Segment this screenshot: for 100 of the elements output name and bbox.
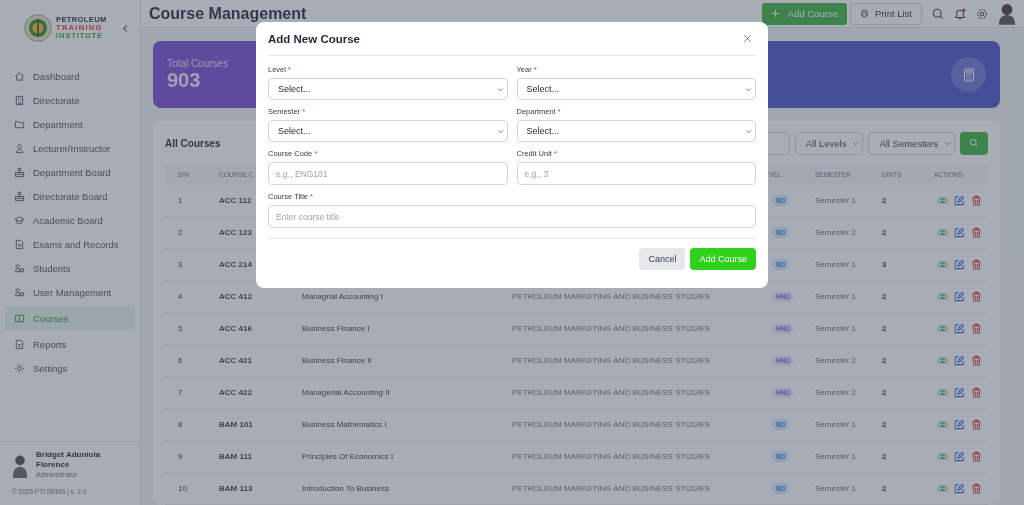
select-field[interactable]: Select... xyxy=(268,120,508,142)
search-button[interactable] xyxy=(960,131,988,155)
edit-icon[interactable] xyxy=(954,451,965,462)
avatar-icon[interactable] xyxy=(998,2,1016,25)
table-cell: Business Finance II xyxy=(302,356,372,365)
table-cell: Semester 1 xyxy=(815,484,856,493)
table-title: All Courses xyxy=(165,137,221,149)
view-icon[interactable] xyxy=(937,259,948,270)
view-icon[interactable] xyxy=(937,195,948,206)
collapse-icon[interactable] xyxy=(121,23,130,33)
sidebar-item[interactable]: Directorate xyxy=(5,90,135,110)
search-icon xyxy=(969,138,979,148)
logo-emblem-icon xyxy=(24,14,52,42)
sidebar-item[interactable]: Settings xyxy=(5,358,135,378)
edit-icon[interactable] xyxy=(954,227,965,238)
sidebar-item[interactable]: Department xyxy=(5,114,135,134)
org-chart-icon xyxy=(14,190,25,202)
delete-icon[interactable] xyxy=(971,355,982,366)
table-cell: 1 xyxy=(178,196,183,205)
home-icon xyxy=(14,70,25,82)
edit-icon[interactable] xyxy=(954,259,965,270)
table-cell: Introduction To Business xyxy=(302,484,389,493)
delete-icon[interactable] xyxy=(971,451,982,462)
view-icon[interactable] xyxy=(937,483,948,494)
sidebar-item[interactable]: Students xyxy=(5,258,135,278)
sidebar-item[interactable]: Courses xyxy=(5,306,135,330)
table-cell: BAM 113 xyxy=(219,484,253,493)
settings-icon[interactable] xyxy=(976,7,988,20)
submit-button[interactable]: Add Course xyxy=(690,248,756,270)
table-cell: Semester 2 xyxy=(815,388,856,397)
filter-dropdown[interactable]: All Semesters xyxy=(868,131,955,155)
user-name: Bridget Aduniola Florence xyxy=(36,450,102,470)
edit-icon[interactable] xyxy=(954,291,965,302)
view-icon[interactable] xyxy=(937,419,948,430)
delete-icon[interactable] xyxy=(971,259,982,270)
sidebar-item[interactable]: Academic Board xyxy=(5,210,135,230)
settings-icon xyxy=(14,362,25,374)
table-cell: PETROLEUM MARKETING AND BUSINESS STUDIES xyxy=(512,484,710,493)
people-icon xyxy=(14,262,25,274)
table-cell: 2 xyxy=(882,388,887,397)
filter-dropdown[interactable]: All Levels xyxy=(794,131,864,155)
delete-icon[interactable] xyxy=(971,419,982,430)
view-icon[interactable] xyxy=(937,291,948,302)
book-icon xyxy=(14,312,25,324)
view-icon[interactable] xyxy=(937,451,948,462)
sidebar-item[interactable]: Dashboard xyxy=(5,66,135,86)
input-field[interactable]: e.g., 3 xyxy=(516,162,756,185)
view-icon[interactable] xyxy=(937,387,948,398)
close-icon[interactable] xyxy=(743,34,752,43)
sidebar-item[interactable]: User Management xyxy=(5,282,135,302)
delete-icon[interactable] xyxy=(971,483,982,494)
table-cell: ACC 112 xyxy=(219,196,252,205)
delete-icon[interactable] xyxy=(971,195,982,206)
input-field[interactable]: Enter course title xyxy=(268,205,756,228)
table-cell: Semester 1 xyxy=(815,196,856,205)
select-field[interactable]: Select... xyxy=(516,78,756,100)
search-icon[interactable] xyxy=(932,7,944,20)
caret-icon xyxy=(852,139,860,147)
edit-icon[interactable] xyxy=(954,323,965,334)
table-cell: 2 xyxy=(882,228,887,237)
table-cell: 2 xyxy=(882,196,887,205)
sidebar-item[interactable]: Department Board xyxy=(5,162,135,182)
delete-icon[interactable] xyxy=(971,227,982,238)
delete-icon[interactable] xyxy=(971,291,982,302)
notification-bell-icon[interactable] xyxy=(954,7,966,20)
table-cell: Managrial Accounting I xyxy=(302,292,383,301)
view-icon[interactable] xyxy=(937,355,948,366)
add-course-button[interactable]: Add Course xyxy=(761,2,848,25)
view-icon[interactable] xyxy=(937,227,948,238)
table-cell: PETROLEUM MARKETING AND BUSINESS STUDIES xyxy=(512,452,710,461)
table-cell: Business Finance I xyxy=(302,324,370,333)
edit-icon[interactable] xyxy=(954,483,965,494)
delete-icon[interactable] xyxy=(971,387,982,398)
table-cell: PETROLEUM MARKETING AND BUSINESS STUDIES xyxy=(512,292,710,301)
view-icon[interactable] xyxy=(937,323,948,334)
input-field[interactable]: e.g., ENG101 xyxy=(268,162,508,185)
print-list-button[interactable]: Print List xyxy=(850,2,922,25)
cancel-button[interactable]: Cancel xyxy=(639,248,686,270)
table-cell: 2 xyxy=(882,484,887,493)
stat-value: 903 xyxy=(167,68,202,92)
table-cell: PETROLEUM MARKETING AND BUSINESS STUDIES xyxy=(512,324,710,333)
sidebar-item[interactable]: Reports xyxy=(5,334,135,354)
edit-icon[interactable] xyxy=(954,387,965,398)
table-cell: 9 xyxy=(178,452,183,461)
edit-icon[interactable] xyxy=(954,195,965,206)
sidebar-item[interactable]: Directorate Board xyxy=(5,186,135,206)
sidebar-item[interactable]: Exams and Records xyxy=(5,234,135,254)
sidebar-item[interactable]: Lecturer/Instructor xyxy=(5,138,135,158)
delete-icon[interactable] xyxy=(971,323,982,334)
table-cell: BAM 101 xyxy=(219,420,253,429)
select-field[interactable]: Select... xyxy=(516,120,756,142)
table-cell: Business Mathematics I xyxy=(302,420,387,429)
edit-icon[interactable] xyxy=(954,355,965,366)
select-field[interactable]: Select... xyxy=(268,78,508,100)
table-cell: 2 xyxy=(882,292,887,301)
table-cell: ACC 421 xyxy=(219,356,252,365)
table-cell: 2 xyxy=(882,420,887,429)
edit-icon[interactable] xyxy=(954,419,965,430)
table-cell: 2 xyxy=(882,356,887,365)
table-cell: Semester 1 xyxy=(815,324,856,333)
